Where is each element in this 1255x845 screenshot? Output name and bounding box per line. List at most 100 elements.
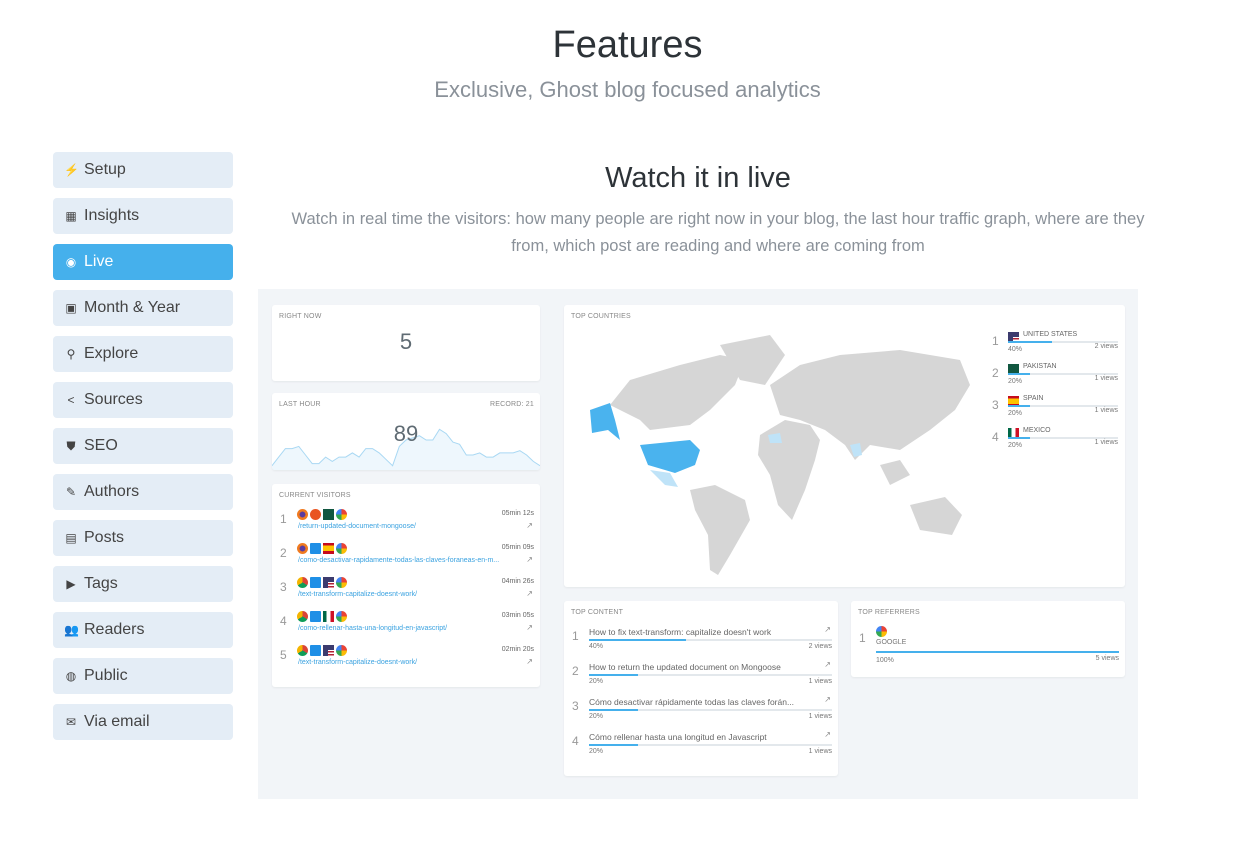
visitor-page-link[interactable]: /text-transform-capitalize-doesnt-work/ bbox=[298, 591, 417, 598]
firefox-icon bbox=[297, 543, 308, 555]
content-percent: 20% bbox=[589, 748, 604, 755]
last-hour-card: LAST HOUR RECORD: 21 89 bbox=[272, 393, 540, 470]
country-name: UNITED STATES bbox=[1023, 331, 1078, 338]
visitor-page-link[interactable]: /como-desactivar-rapidamente-todas-las-c… bbox=[298, 557, 499, 564]
windows-icon bbox=[310, 611, 321, 623]
top-countries-card: TOP COUNTRIES 1 UNITED STATES 40% 2 views 2 P… bbox=[564, 305, 1125, 587]
nav-item-tags[interactable]: ▶ Tags bbox=[53, 566, 233, 602]
referrer-views: 5 views bbox=[1095, 655, 1119, 662]
country-rank: 1 bbox=[992, 334, 999, 348]
section-title: Watch it in live bbox=[605, 162, 791, 194]
external-link-icon[interactable]: ↗ bbox=[526, 521, 533, 530]
referrer-rank: 1 bbox=[859, 631, 866, 645]
mail-icon: ✉ bbox=[65, 715, 77, 729]
external-link-icon[interactable]: ↗ bbox=[824, 660, 831, 669]
content-bar bbox=[589, 639, 832, 641]
ubuntu-icon bbox=[310, 509, 321, 521]
nav-item-seo[interactable]: ⛊ SEO bbox=[53, 428, 233, 464]
google-icon bbox=[876, 626, 887, 638]
nav-item-month-year[interactable]: ▣ Month & Year bbox=[53, 290, 233, 326]
nav-item-posts[interactable]: ▤ Posts bbox=[53, 520, 233, 556]
country-name: SPAIN bbox=[1023, 395, 1044, 402]
page-subtitle: Exclusive, Ghost blog focused analytics bbox=[434, 77, 821, 102]
flag-pakistan-icon bbox=[323, 509, 334, 521]
country-rank: 3 bbox=[992, 398, 999, 412]
content-title-link[interactable]: Cómo rellenar hasta una longitud en Java… bbox=[589, 732, 767, 742]
nav-item-label: Posts bbox=[84, 529, 125, 546]
external-link-icon[interactable]: ↗ bbox=[526, 555, 533, 564]
nav-item-label: Via email bbox=[84, 713, 150, 730]
content-views: 1 views bbox=[808, 713, 832, 720]
bolt-icon: ⚡ bbox=[64, 163, 79, 177]
external-link-icon[interactable]: ↗ bbox=[824, 730, 831, 739]
nav-item-label: Live bbox=[84, 253, 114, 270]
pencil-icon: ✎ bbox=[65, 485, 77, 499]
people-icon: 👥 bbox=[64, 623, 79, 637]
content-bar bbox=[589, 744, 832, 746]
nav-item-live[interactable]: ◉ Live bbox=[53, 244, 233, 280]
country-row: 3 SPAIN 20% 1 views bbox=[992, 393, 1120, 423]
content-title-link[interactable]: How to return the updated document on Mo… bbox=[589, 662, 781, 672]
external-link-icon[interactable]: ↗ bbox=[824, 695, 831, 704]
country-row: 1 UNITED STATES 40% 2 views bbox=[992, 329, 1120, 359]
country-percent: 20% bbox=[1008, 442, 1023, 449]
content-title-link[interactable]: How to fix text-transform: capitalize do… bbox=[589, 627, 771, 637]
windows-icon bbox=[310, 645, 321, 657]
nav-item-readers[interactable]: 👥 Readers bbox=[53, 612, 233, 648]
current-visitors-card: CURRENT VISITORS 1 05min 12s/return-updat… bbox=[272, 484, 540, 687]
google-icon bbox=[336, 611, 347, 623]
tag-icon: ▶ bbox=[66, 577, 76, 591]
visitor-rank: 4 bbox=[280, 614, 287, 628]
nav-item-label: Explore bbox=[84, 345, 139, 362]
referrer-name: GOOGLE bbox=[876, 639, 907, 646]
google-icon bbox=[336, 543, 347, 555]
shield-icon: ⛊ bbox=[66, 438, 76, 453]
nav-item-explore[interactable]: ⚲ Explore bbox=[53, 336, 233, 372]
nav-item-setup[interactable]: ⚡ Setup bbox=[53, 152, 233, 188]
card-title: TOP REFERRERS bbox=[858, 609, 920, 616]
dashboard-icon: ▦ bbox=[65, 209, 77, 223]
chrome-icon bbox=[297, 577, 308, 589]
content-title-link[interactable]: Cómo desactivar rápidamente todas las cl… bbox=[589, 697, 794, 707]
visit-duration: 04min 26s bbox=[501, 578, 534, 585]
external-link-icon[interactable]: ↗ bbox=[526, 623, 533, 632]
visitor-rank: 2 bbox=[280, 546, 287, 560]
external-link-icon[interactable]: ↗ bbox=[526, 589, 533, 598]
country-percent: 20% bbox=[1008, 378, 1023, 385]
nav-item-via-email[interactable]: ✉ Via email bbox=[53, 704, 233, 740]
visit-duration: 05min 12s bbox=[501, 510, 534, 517]
content-row: 3 Cómo desactivar rápidamente todas las c… bbox=[564, 695, 838, 729]
country-name: MEXICO bbox=[1023, 427, 1051, 434]
windows-icon bbox=[310, 577, 321, 589]
nav-item-public[interactable]: ◍ Public bbox=[53, 658, 233, 694]
country-rank: 4 bbox=[992, 430, 999, 444]
share-icon: < bbox=[67, 393, 75, 407]
visitor-page-link[interactable]: /return-updated-document-mongoose/ bbox=[298, 523, 416, 530]
nav-item-authors[interactable]: ✎ Authors bbox=[53, 474, 233, 510]
visitor-row: 4 03min 05s/como-rellenar-hasta-una-longi… bbox=[272, 608, 540, 640]
nav-item-label: Sources bbox=[84, 391, 143, 408]
nav-item-label: Tags bbox=[84, 575, 118, 592]
external-link-icon[interactable]: ↗ bbox=[526, 657, 533, 666]
last-hour-value: 89 bbox=[393, 421, 419, 446]
nav-item-label: Authors bbox=[84, 483, 140, 500]
visitor-page-link[interactable]: /text-transform-capitalize-doesnt-work/ bbox=[298, 659, 417, 666]
nav-item-label: Public bbox=[84, 667, 128, 684]
top-content-card: TOP CONTENT 1 How to fix text-transform: … bbox=[564, 601, 838, 776]
right-now-card: RIGHT NOW 5 bbox=[272, 305, 540, 381]
external-link-icon[interactable]: ↗ bbox=[824, 625, 831, 634]
content-rank: 3 bbox=[572, 699, 579, 713]
content-percent: 40% bbox=[589, 643, 604, 650]
card-title: RIGHT NOW bbox=[279, 313, 322, 320]
flag-spain-icon bbox=[323, 543, 334, 555]
nav-item-sources[interactable]: < Sources bbox=[53, 382, 233, 418]
nav-item-insights[interactable]: ▦ Insights bbox=[53, 198, 233, 234]
google-icon bbox=[336, 645, 347, 657]
firefox-icon bbox=[297, 509, 308, 521]
feature-nav: ⚡ Setup ▦ Insights ◉ Live ▣ Month & Year ⚲ Explor… bbox=[53, 152, 233, 750]
globe-icon: ◍ bbox=[65, 669, 77, 683]
flag-usa-icon bbox=[323, 645, 334, 657]
flag-usa-icon bbox=[323, 577, 334, 589]
search-icon: ⚲ bbox=[66, 347, 76, 361]
visitor-page-link[interactable]: /como-rellenar-hasta-una-longitud-en-jav… bbox=[298, 625, 447, 632]
